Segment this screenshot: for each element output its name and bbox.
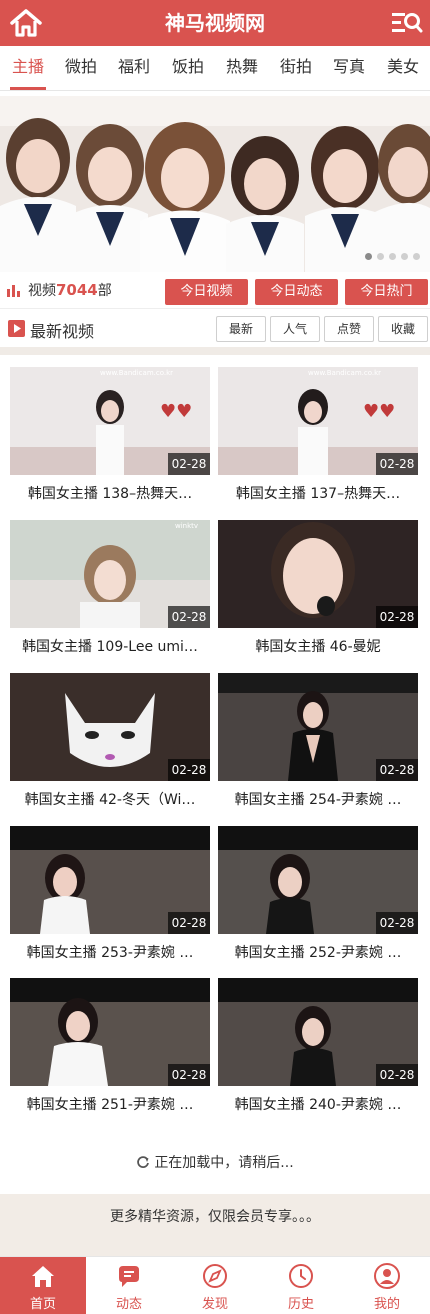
refresh-icon bbox=[137, 1156, 150, 1168]
stats-bar: 视频7044部 今日视频 今日动态 今日热门 bbox=[0, 272, 430, 309]
carousel-dot[interactable] bbox=[377, 253, 384, 260]
nav-label: 动态 bbox=[115, 1297, 142, 1312]
nav-updates[interactable]: 动态 bbox=[86, 1257, 172, 1314]
bottom-navigation: 首页 动态 发现 历史 我的 bbox=[0, 1256, 430, 1314]
carousel-dot[interactable] bbox=[389, 253, 396, 260]
tab-weipai[interactable]: 微拍 bbox=[59, 46, 103, 90]
video-count-label: 视频 bbox=[28, 283, 56, 299]
video-date: 02-28 bbox=[376, 606, 418, 628]
tab-zhubo[interactable]: 主播 bbox=[6, 46, 50, 90]
filter-favorites[interactable]: 收藏 bbox=[378, 316, 428, 342]
video-date: 02-28 bbox=[376, 912, 418, 934]
video-date: 02-28 bbox=[168, 453, 210, 475]
bar-chart-icon bbox=[7, 285, 20, 297]
search-menu-icon bbox=[392, 13, 423, 33]
video-date: 02-28 bbox=[168, 759, 210, 781]
filter-newest[interactable]: 最新 bbox=[216, 316, 266, 342]
tab-fuli[interactable]: 福利 bbox=[112, 46, 156, 90]
search-menu-button[interactable] bbox=[388, 6, 424, 40]
video-card[interactable]: 02-28 韩国女主播 252-尹素婉 … bbox=[218, 826, 418, 966]
video-card[interactable]: 02-28 韩国女主播 251-尹素婉 … bbox=[10, 978, 210, 1118]
svg-text:♥♥: ♥♥ bbox=[160, 401, 192, 422]
compass-icon bbox=[203, 1264, 227, 1288]
video-count-unit: 部 bbox=[97, 283, 112, 299]
user-icon bbox=[374, 1263, 400, 1289]
loading-indicator: 正在加载中，请稍后... bbox=[0, 1148, 430, 1178]
video-title[interactable]: 韩国女主播 240-尹素婉 … bbox=[218, 1094, 418, 1116]
video-date: 02-28 bbox=[168, 912, 210, 934]
banner-carousel[interactable] bbox=[0, 96, 430, 272]
video-date: 02-28 bbox=[376, 759, 418, 781]
category-tabs: 主播 微拍 福利 饭拍 热舞 街拍 写真 美女 bbox=[0, 46, 430, 91]
tab-xiezhen[interactable]: 写真 bbox=[327, 46, 371, 90]
video-card[interactable]: ♥♥ www.Bandicam.co.kr 02-28 韩国女主播 138–热舞… bbox=[10, 367, 210, 507]
filter-popular[interactable]: 人气 bbox=[270, 316, 320, 342]
carousel-dots bbox=[360, 245, 420, 264]
latest-videos-title: 最新视频 bbox=[30, 322, 95, 341]
video-card[interactable]: 02-28 韩国女主播 46-曼妮 bbox=[218, 520, 418, 660]
today-updates-button[interactable]: 今日动态 bbox=[255, 279, 338, 305]
home-icon bbox=[32, 1266, 54, 1287]
section-divider bbox=[0, 347, 430, 355]
video-card[interactable]: ♥♥ www.Bandicam.co.kr 02-28 韩国女主播 137–热舞… bbox=[218, 367, 418, 507]
video-title[interactable]: 韩国女主播 254-尹素婉 … bbox=[218, 789, 418, 811]
nav-history[interactable]: 历史 bbox=[258, 1257, 344, 1314]
svg-text:♥♥: ♥♥ bbox=[363, 401, 395, 422]
video-date: 02-28 bbox=[168, 1064, 210, 1086]
carousel-dot[interactable] bbox=[401, 253, 408, 260]
tab-rewu[interactable]: 热舞 bbox=[220, 46, 264, 90]
nav-profile[interactable]: 我的 bbox=[344, 1257, 430, 1314]
video-title[interactable]: 韩国女主播 252-尹素婉 … bbox=[218, 942, 418, 964]
chat-bubble-icon bbox=[119, 1266, 139, 1287]
thumbnail-watermark: www.Bandicam.co.kr bbox=[100, 369, 174, 377]
video-title[interactable]: 韩国女主播 137–热舞天… bbox=[218, 483, 418, 505]
nav-label: 历史 bbox=[287, 1297, 314, 1312]
today-hot-button[interactable]: 今日热门 bbox=[345, 279, 428, 305]
latest-videos-header: 最新视频 最新 人气 点赞 收藏 bbox=[0, 309, 430, 347]
carousel-dot[interactable] bbox=[365, 253, 372, 260]
loading-text: 正在加载中，请稍后... bbox=[154, 1155, 294, 1171]
video-card[interactable]: 02-28 韩国女主播 42-冬天（Wi… bbox=[10, 673, 210, 813]
nav-discover[interactable]: 发现 bbox=[172, 1257, 258, 1314]
video-count: 视频7044部 bbox=[28, 280, 112, 300]
video-card[interactable]: winktv 02-28 韩国女主播 109-Lee umi… bbox=[10, 520, 210, 660]
video-count-number: 7044 bbox=[56, 281, 98, 299]
video-title[interactable]: 韩国女主播 109-Lee umi… bbox=[10, 636, 210, 658]
thumbnail-watermark: www.Bandicam.co.kr bbox=[308, 369, 382, 377]
tab-jiepai[interactable]: 街拍 bbox=[274, 46, 318, 90]
nav-label: 我的 bbox=[373, 1297, 400, 1312]
video-card[interactable]: 02-28 韩国女主播 253-尹素婉 … bbox=[10, 826, 210, 966]
today-videos-button[interactable]: 今日视频 bbox=[165, 279, 248, 305]
video-title[interactable]: 韩国女主播 42-冬天（Wi… bbox=[10, 789, 210, 811]
video-date: 02-28 bbox=[376, 1064, 418, 1086]
video-card[interactable]: 02-28 韩国女主播 240-尹素婉 … bbox=[218, 978, 418, 1118]
video-title[interactable]: 韩国女主播 138–热舞天… bbox=[10, 483, 210, 505]
tab-fanpai[interactable]: 饭拍 bbox=[166, 46, 210, 90]
filter-likes[interactable]: 点赞 bbox=[324, 316, 374, 342]
thumbnail-watermark: winktv bbox=[175, 522, 199, 530]
nav-label: 首页 bbox=[29, 1297, 56, 1312]
tab-meinv[interactable]: 美女 bbox=[381, 46, 425, 90]
member-promo: 更多精华资源，仅限会员专享。。。 bbox=[0, 1194, 430, 1256]
video-title[interactable]: 韩国女主播 253-尹素婉 … bbox=[10, 942, 210, 964]
nav-label: 发现 bbox=[201, 1297, 228, 1312]
play-icon bbox=[8, 320, 25, 337]
member-promo-text: 更多精华资源，仅限会员专享。。。 bbox=[110, 1209, 320, 1225]
video-card[interactable]: 02-28 韩国女主播 254-尹素婉 … bbox=[218, 673, 418, 813]
nav-home[interactable]: 首页 bbox=[0, 1257, 86, 1314]
top-header: 神马视频网 bbox=[0, 0, 430, 46]
site-title: 神马视频网 bbox=[165, 11, 265, 35]
video-date: 02-28 bbox=[168, 606, 210, 628]
video-title[interactable]: 韩国女主播 46-曼妮 bbox=[218, 636, 418, 658]
clock-icon bbox=[289, 1264, 313, 1288]
video-date: 02-28 bbox=[376, 453, 418, 475]
carousel-dot[interactable] bbox=[413, 253, 420, 260]
video-title[interactable]: 韩国女主播 251-尹素婉 … bbox=[10, 1094, 210, 1116]
